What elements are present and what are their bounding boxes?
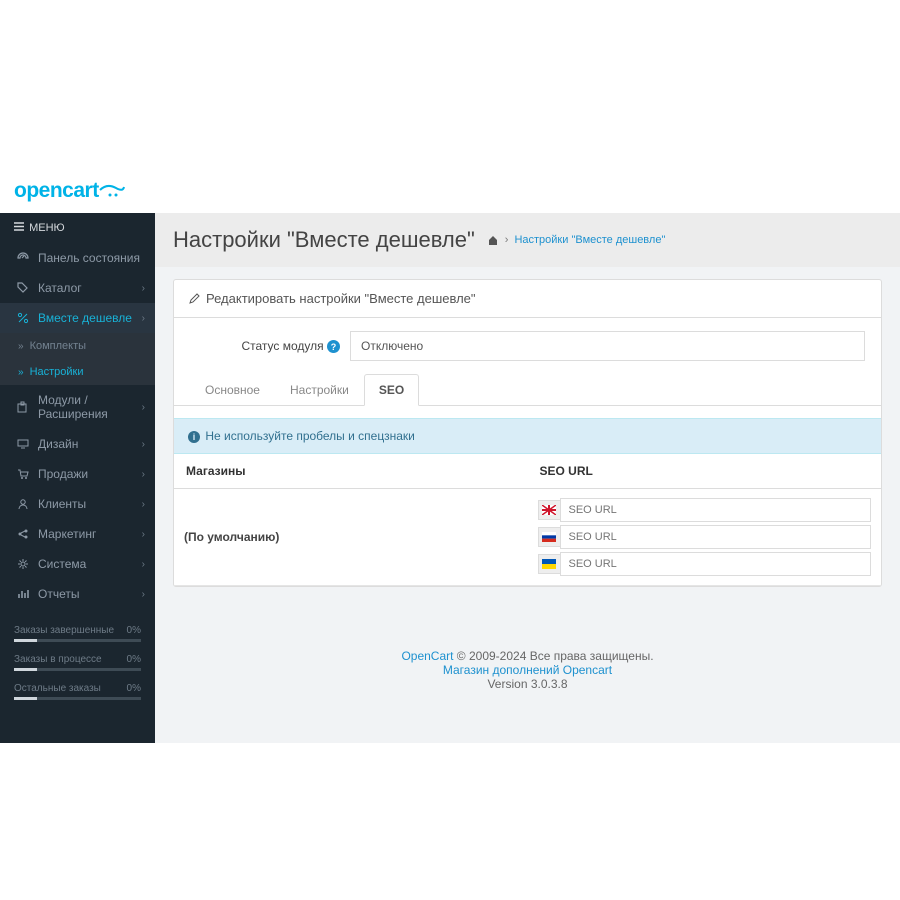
sidebar-item-label: Вместе дешевле [38,311,142,325]
flag-gb-icon [538,500,560,520]
col-url: SEO URL [528,454,882,489]
sidebar-item-label: Клиенты [38,497,142,511]
col-stores: Магазины [174,454,528,489]
seo-table: Магазины SEO URL (По умолчанию) [174,454,881,586]
sidebar-item-label: Маркетинг [38,527,142,541]
sidebar-item-together-cheaper[interactable]: Вместе дешевле › [0,303,155,333]
stat-value: 0% [127,625,141,636]
help-icon[interactable]: ? [327,340,340,353]
sidebar-subitem-kits[interactable]: » Комплекты [0,333,155,359]
sidebar-item-sales[interactable]: Продажи › [0,459,155,489]
dashboard-icon [14,252,32,264]
sidebar: МЕНЮ Панель состояния Каталог › Вместе д… [0,213,155,743]
sidebar-item-label: Комплекты [30,340,86,352]
info-alert: i Не используйте пробелы и спецзнаки [174,418,881,454]
stat-label: Остальные заказы [14,683,101,694]
stat-label: Заказы в процессе [14,654,102,665]
arrow-icon: » [18,341,24,352]
footer-version: Version 3.0.3.8 [155,677,900,691]
monitor-icon [14,438,32,450]
user-icon [14,498,32,510]
chevron-right-icon: › [142,589,145,600]
logo[interactable]: opencart [0,168,155,213]
chart-icon [14,588,32,600]
order-stats: Заказы завершенные 0% Заказы в процессе 0%… [0,609,155,700]
stat-value: 0% [127,654,141,665]
tab-settings[interactable]: Настройки [275,374,364,406]
sidebar-item-label: Настройки [30,366,84,378]
chevron-right-icon: › [142,529,145,540]
chevron-right-icon: › [142,313,145,324]
sidebar-item-system[interactable]: Система › [0,549,155,579]
pencil-icon [188,293,200,305]
tab-seo[interactable]: SEO [364,374,419,406]
chevron-right-icon: › [142,439,145,450]
share-icon [14,528,32,540]
chevron-right-icon: › [142,402,145,413]
arrow-icon: » [18,367,24,378]
info-icon: i [188,431,200,443]
tags-icon [14,282,32,294]
tab-main[interactable]: Основное [190,374,275,406]
sidebar-item-dashboard[interactable]: Панель состояния [0,243,155,273]
footer-store-link[interactable]: Магазин дополнений Opencart [443,663,612,677]
flag-ru-icon [538,527,560,547]
percent-icon [14,312,32,324]
cart-icon [14,468,32,480]
stat-value: 0% [127,683,141,694]
breadcrumb: › Настройки "Вместе дешевле" [487,234,666,246]
puzzle-icon [14,401,32,413]
status-label: Статус модуля ? [190,339,350,354]
sidebar-item-reports[interactable]: Отчеты › [0,579,155,609]
sidebar-item-customers[interactable]: Клиенты › [0,489,155,519]
page-title: Настройки "Вместе дешевле" [173,227,475,253]
breadcrumb-link[interactable]: Настройки "Вместе дешевле" [514,234,665,246]
sidebar-item-label: Система [38,557,142,571]
chevron-right-icon: › [142,559,145,570]
footer-brand-link[interactable]: OpenCart [401,649,453,663]
sidebar-item-catalog[interactable]: Каталог › [0,273,155,303]
page-header: Настройки "Вместе дешевле" › Настройки "… [155,213,900,267]
seo-url-input-ru[interactable] [560,525,872,549]
seo-url-input-ua[interactable] [560,552,872,576]
chevron-right-icon: › [142,499,145,510]
sidebar-item-label: Каталог [38,281,142,295]
sidebar-subitem-settings[interactable]: » Настройки [0,359,155,385]
status-select[interactable]: Отключено [350,331,865,361]
sidebar-item-label: Продажи [38,467,142,481]
sidebar-item-extensions[interactable]: Модули / Расширения › [0,385,155,429]
stat-label: Заказы завершенные [14,625,114,636]
flag-ua-icon [538,554,560,574]
store-default-label: (По умолчанию) [174,489,528,586]
home-icon[interactable] [487,234,499,246]
settings-panel: Редактировать настройки "Вместе дешевле"… [173,279,882,587]
menu-header: МЕНЮ [0,213,155,243]
sidebar-item-label: Отчеты [38,587,142,601]
bars-icon [14,222,26,231]
gear-icon [14,558,32,570]
sidebar-item-label: Модули / Расширения [38,393,142,421]
chevron-right-icon: › [142,283,145,294]
sidebar-item-marketing[interactable]: Маркетинг › [0,519,155,549]
sidebar-item-design[interactable]: Дизайн › [0,429,155,459]
seo-url-input-gb[interactable] [560,498,872,522]
sidebar-item-label: Дизайн [38,437,142,451]
panel-header: Редактировать настройки "Вместе дешевле" [174,280,881,318]
sidebar-item-label: Панель состояния [38,251,145,265]
chevron-right-icon: › [142,469,145,480]
footer: OpenCart © 2009-2024 Все права защищены.… [155,647,900,693]
